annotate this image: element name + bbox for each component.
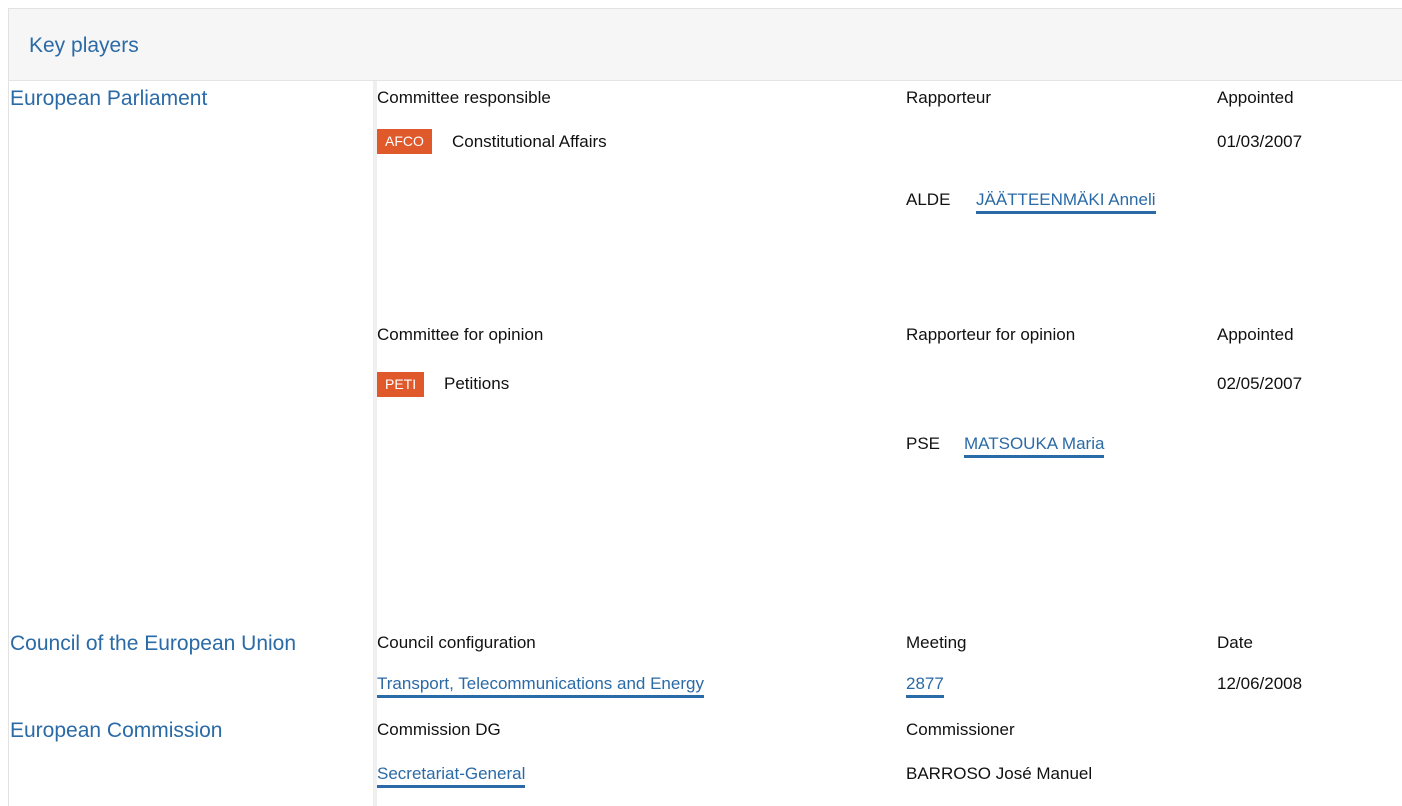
key-players-panel: Key players European Parliament Committe… [8,8,1402,806]
header-meeting: Meeting [906,633,967,652]
header-commissioner: Commissioner [906,720,1015,739]
rapporteur-link-jaatteenmaki[interactable]: JÄÄTTEENMÄKI Anneli [976,190,1156,214]
header-council-configuration: Council configuration [377,633,536,652]
political-group-alde: ALDE [906,190,951,209]
institution-commission: European Commission [10,719,223,742]
header-appointed: Appointed [1217,88,1294,107]
header-rapporteur-opinion: Rapporteur for opinion [906,325,1076,344]
political-group-pse: PSE [906,434,941,453]
institution-european-parliament: European Parliament [10,87,208,110]
panel-header: Key players [9,9,1402,81]
header-commission-dg: Commission DG [377,720,501,739]
committee-badge-afco: AFCO [377,129,432,154]
council-configuration-link[interactable]: Transport, Telecommunications and Energy [377,674,704,698]
council-date: 12/06/2008 [1217,674,1303,693]
commission-dg-link[interactable]: Secretariat-General [377,764,526,788]
header-rapporteur: Rapporteur [906,88,992,107]
header-appointed-opinion: Appointed [1217,325,1294,344]
header-committee-opinion: Committee for opinion [377,325,544,344]
institution-council: Council of the European Union [10,632,297,655]
appointed-date-opinion: 02/05/2007 [1217,374,1303,393]
meeting-link[interactable]: 2877 [906,674,944,698]
header-date: Date [1217,633,1253,652]
appointed-date-responsible: 01/03/2007 [1217,132,1303,151]
header-committee-responsible: Committee responsible [377,88,551,107]
panel-title: Key players [29,34,139,57]
commissioner-name: BARROSO José Manuel [906,764,1093,783]
committee-name-responsible: Constitutional Affairs [452,132,607,151]
rapporteur-link-matsouka[interactable]: MATSOUKA Maria [964,434,1105,458]
committee-name-opinion: Petitions [444,374,510,393]
committee-badge-peti: PETI [377,372,425,397]
